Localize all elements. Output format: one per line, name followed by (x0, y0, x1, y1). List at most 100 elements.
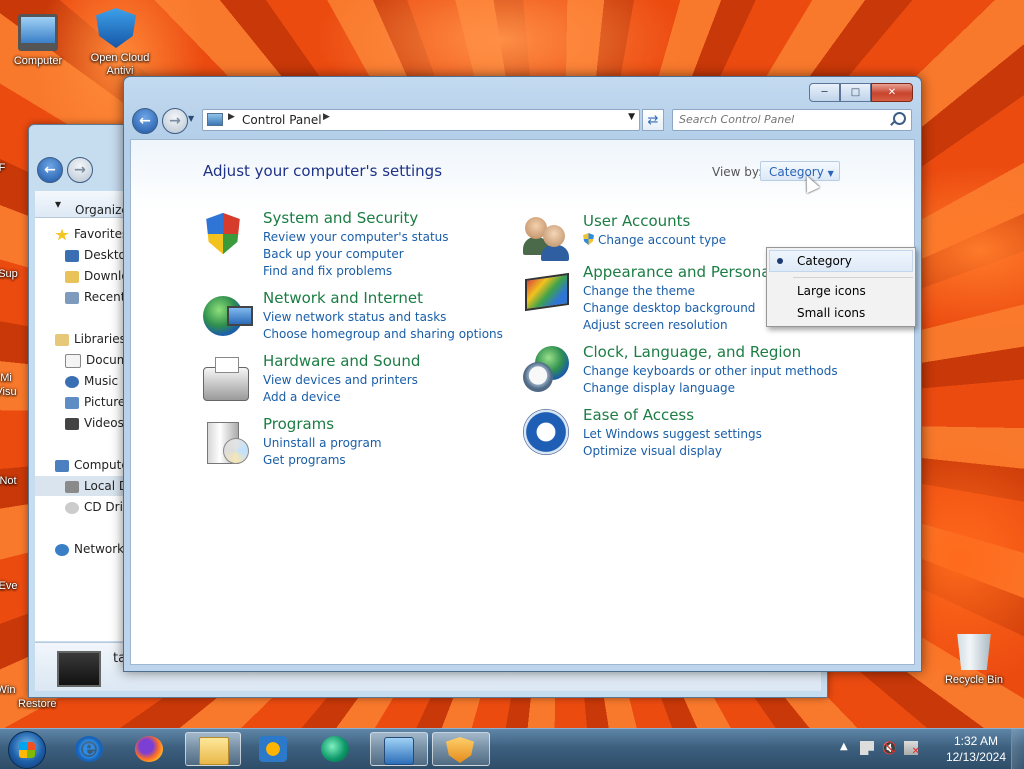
address-dropdown-icon[interactable]: ▼ (628, 112, 635, 122)
explorer-folder-icon (199, 737, 229, 765)
link-add-device[interactable]: Add a device (263, 390, 341, 404)
desktop-label-partial[interactable]: Win (0, 684, 26, 697)
volume-muted-icon[interactable]: 🔇 (882, 741, 897, 755)
link-uninstall[interactable]: Uninstall a program (263, 436, 382, 450)
link-find-fix[interactable]: Find and fix problems (263, 264, 392, 278)
recycle-bin-icon (957, 634, 991, 670)
desktop-label-partial[interactable]: Not (0, 475, 28, 488)
link-devices-printers[interactable]: View devices and printers (263, 373, 418, 387)
link-display-language[interactable]: Change display language (583, 381, 735, 395)
desktop-icon-computer[interactable]: Computer (2, 8, 74, 68)
shield-icon[interactable] (206, 212, 240, 255)
show-hidden-icons-icon[interactable]: ▲ (840, 741, 848, 752)
category-title[interactable]: Hardware and Sound (263, 352, 420, 370)
tree-item-pictures[interactable]: Picture (65, 392, 123, 412)
appearance-icon[interactable] (523, 266, 571, 314)
menu-item-category[interactable]: Category (797, 254, 852, 268)
users-icon[interactable] (523, 215, 571, 263)
link-backup[interactable]: Back up your computer (263, 247, 404, 261)
tree-item-computer[interactable]: Compute (55, 455, 123, 475)
control-panel-icon (384, 737, 414, 765)
monitor-colors-icon (525, 272, 569, 312)
desktop-label-partial[interactable]: F (0, 162, 22, 175)
refresh-button[interactable]: ⇄ (642, 109, 664, 131)
back-arrow-icon[interactable]: ← (37, 157, 63, 183)
link-network-status[interactable]: View network status and tasks (263, 310, 446, 324)
tree-item-videos[interactable]: Videos (65, 413, 123, 433)
tree-item-network[interactable]: Network (55, 539, 123, 559)
tree-item-music[interactable]: Music (65, 371, 118, 391)
search-box[interactable] (672, 109, 912, 131)
link-change-account-type[interactable]: Change account type (583, 233, 726, 247)
tree-item-downloads[interactable]: Downlo (65, 266, 123, 286)
green-app-icon (321, 736, 349, 762)
breadcrumb-control-panel[interactable]: Control Panel (242, 113, 322, 127)
taskbar-internet-explorer[interactable] (62, 732, 116, 766)
clock-globe-icon[interactable] (523, 346, 571, 394)
network-disconnected-icon[interactable]: ✕ (904, 741, 920, 757)
category-title[interactable]: System and Security (263, 209, 418, 227)
category-title[interactable]: Programs (263, 415, 334, 433)
internet-explorer-icon (75, 735, 103, 762)
show-desktop-button[interactable] (1011, 729, 1024, 769)
address-bar[interactable]: ▶ Control Panel ▶ ▼ (202, 109, 640, 131)
category-title[interactable]: Ease of Access (583, 406, 694, 424)
link-review-status[interactable]: Review your computer's status (263, 230, 449, 244)
tree-item-desktop[interactable]: Deskto (65, 245, 123, 265)
minimize-icon: ─ (821, 87, 828, 98)
ease-of-access-icon[interactable] (523, 409, 569, 455)
action-center-icon[interactable] (860, 741, 874, 755)
tree-item-favorites[interactable]: Favorites (55, 224, 123, 244)
tree-item-libraries[interactable]: Libraries (55, 329, 123, 349)
link-screen-resolution[interactable]: Adjust screen resolution (583, 318, 728, 332)
back-button[interactable]: ← (132, 108, 158, 134)
breadcrumb-arrow-icon[interactable]: ▶ (323, 112, 330, 122)
desktop-icon-antivirus[interactable]: Open Cloud Antivi (80, 8, 152, 78)
desktop-label-partial[interactable]: Eve (0, 580, 28, 593)
link-keyboards[interactable]: Change keyboards or other input methods (583, 364, 838, 378)
taskbar-green-app[interactable] (308, 732, 362, 766)
search-icon[interactable] (893, 112, 906, 125)
desktop-label-partial[interactable]: Sup (0, 268, 28, 281)
organize-button[interactable]: Organize ▾ (55, 197, 129, 217)
network-icon (55, 543, 69, 556)
control-panel-window[interactable]: ─ □ ✕ ← → ▼ ▶ Control Panel ▶ ▼ ⇄ Adjust… (123, 76, 922, 672)
forward-arrow-icon[interactable]: → (67, 157, 93, 183)
forward-button[interactable]: → (162, 108, 188, 134)
tree-item-label: Downlo (84, 269, 123, 283)
media-player-icon (259, 736, 287, 762)
category-title[interactable]: Network and Internet (263, 289, 423, 307)
link-desktop-background[interactable]: Change desktop background (583, 301, 755, 315)
organize-label: Organize (75, 203, 129, 217)
maximize-button[interactable]: □ (840, 83, 871, 102)
taskbar-clock[interactable]: 1:32 AM 12/13/2024 (946, 733, 1006, 765)
recent-pages-dropdown[interactable]: ▼ (188, 114, 194, 123)
tree-item-recent[interactable]: Recent (65, 287, 123, 307)
taskbar-explorer[interactable] (185, 732, 241, 766)
desktop-label-partial[interactable]: Restore (2, 698, 74, 711)
link-homegroup[interactable]: Choose homegroup and sharing options (263, 327, 503, 341)
breadcrumb-arrow-icon[interactable]: ▶ (228, 112, 235, 122)
taskbar-control-panel[interactable] (370, 732, 428, 766)
taskbar-media-player[interactable] (246, 732, 300, 766)
link-get-programs[interactable]: Get programs (263, 453, 346, 467)
desktop-label-partial[interactable]: Visu (0, 386, 26, 399)
category-title[interactable]: Clock, Language, and Region (583, 343, 801, 361)
menu-item-small-icons[interactable]: Small icons (797, 306, 865, 320)
link-optimize-display[interactable]: Optimize visual display (583, 444, 722, 458)
tree-item-local-disk[interactable]: Local D (35, 476, 123, 496)
link-change-theme[interactable]: Change the theme (583, 284, 695, 298)
category-title[interactable]: User Accounts (583, 212, 690, 230)
start-button[interactable] (8, 731, 46, 769)
desktop-icon-recycle-bin[interactable]: Recycle Bin (938, 630, 1010, 687)
minimize-button[interactable]: ─ (809, 83, 840, 102)
close-button[interactable]: ✕ (871, 83, 913, 102)
link-suggest-settings[interactable]: Let Windows suggest settings (583, 427, 762, 441)
menu-item-large-icons[interactable]: Large icons (797, 284, 866, 298)
tree-item-cd-drive[interactable]: CD Driv (65, 497, 123, 517)
taskbar-shield-app[interactable] (432, 732, 490, 766)
tree-item-documents[interactable]: Docum (65, 350, 123, 370)
taskbar-firefox[interactable] (122, 732, 176, 766)
search-input[interactable] (673, 110, 879, 128)
desktop-label-partial[interactable]: Mi (0, 372, 26, 385)
